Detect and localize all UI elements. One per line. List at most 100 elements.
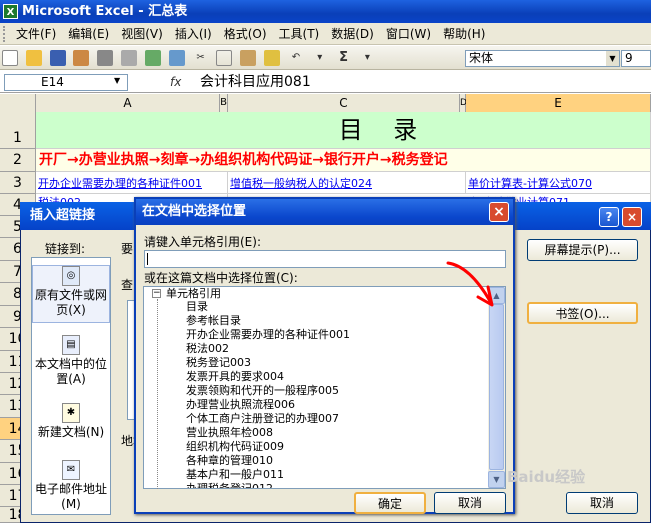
- column-header-e[interactable]: E: [466, 94, 651, 112]
- font-size-select[interactable]: 9: [621, 50, 651, 67]
- tree-item[interactable]: 参考帐目录: [186, 314, 241, 328]
- cut-icon[interactable]: ✂: [193, 50, 209, 66]
- formula-input[interactable]: 会计科目应用081: [200, 72, 640, 92]
- spelling-icon[interactable]: [144, 50, 161, 66]
- link-existing-file-label: 原有文件或网页(X): [34, 288, 107, 317]
- email-icon: ✉: [62, 460, 80, 480]
- tree-item[interactable]: 办理税务登记012: [186, 482, 273, 488]
- tree-item[interactable]: 营业执照年检008: [186, 426, 273, 440]
- font-dropdown-icon[interactable]: ▼: [606, 51, 619, 66]
- select-place-close-button[interactable]: ×: [489, 202, 509, 222]
- hyperlink-c3[interactable]: 增值税一般纳税人的认定024: [228, 177, 372, 190]
- scroll-thumb[interactable]: [489, 304, 504, 470]
- menu-window[interactable]: 窗口(W): [380, 23, 437, 44]
- tree-item[interactable]: 各种章的管理010: [186, 454, 273, 468]
- window-title: Microsoft Excel - 汇总表: [22, 4, 188, 19]
- open-icon[interactable]: [25, 50, 42, 66]
- address-label-2: 查: [121, 278, 134, 292]
- new-icon[interactable]: [2, 50, 18, 66]
- flow-text: 开厂→办营业执照→刻章→办组织机构代码证→银行开户→税务登记: [39, 152, 448, 168]
- tree-item[interactable]: 发票开具的要求004: [186, 370, 284, 384]
- ok-button[interactable]: 确定: [354, 492, 426, 514]
- menu-insert[interactable]: 插入(I): [169, 23, 218, 44]
- bookmark-button[interactable]: 书签(O)...: [527, 302, 638, 324]
- tree-item[interactable]: 基本户和一般户011: [186, 468, 284, 482]
- tree-guide-line: [157, 299, 158, 489]
- row-header[interactable]: 1: [0, 112, 36, 149]
- tree-item[interactable]: 开办企业需要办理的各种证件001: [186, 328, 350, 342]
- menu-bar: 文件(F) 编辑(E) 视图(V) 插入(I) 格式(O) 工具(T) 数据(D) 窗口(W)…: [0, 23, 651, 45]
- excel-app-icon[interactable]: X: [3, 4, 18, 19]
- sheet-title-cell[interactable]: 目 录: [36, 112, 651, 149]
- name-box[interactable]: E14: [4, 74, 128, 91]
- globe-file-icon: ◎: [62, 266, 80, 286]
- document-place-icon: ▤: [62, 335, 80, 355]
- undo-dropdown-icon[interactable]: ▾: [312, 50, 328, 66]
- menu-tools[interactable]: 工具(T): [273, 23, 326, 44]
- cell-c3[interactable]: 增值税一般纳税人的认定024: [228, 172, 466, 194]
- tree-item[interactable]: 税法002: [186, 342, 229, 356]
- watermark: Baidu经验: [507, 466, 585, 487]
- format-painter-icon[interactable]: [264, 50, 281, 66]
- scroll-down-icon[interactable]: ▼: [488, 471, 505, 488]
- name-box-dropdown-icon[interactable]: ▼: [114, 76, 120, 85]
- link-email-label: 电子邮件地址(M): [34, 482, 107, 511]
- link-place-in-document-label: 本文档中的位置(A): [34, 357, 107, 386]
- hyperlink-close-button[interactable]: ×: [622, 207, 642, 227]
- screen-tip-button[interactable]: 屏幕提示(P)...: [527, 239, 638, 261]
- print-preview-icon[interactable]: [121, 50, 138, 66]
- menu-data[interactable]: 数据(D): [325, 23, 380, 44]
- research-icon[interactable]: [168, 50, 185, 66]
- tree-item[interactable]: 目录: [186, 300, 208, 314]
- menu-help[interactable]: 帮助(H): [437, 23, 491, 44]
- window-title-bar: X Microsoft Excel - 汇总表: [0, 0, 651, 23]
- autosum-dropdown-icon[interactable]: ▾: [359, 50, 375, 66]
- hyperlink-e3[interactable]: 单价计算表-计算公式070: [466, 177, 592, 190]
- copy-icon[interactable]: [216, 50, 233, 66]
- place-label: 或在这篇文档中选择位置(C):: [144, 271, 298, 285]
- cell-a3[interactable]: 开办企业需要办理的各种证件001: [36, 172, 228, 194]
- link-existing-file[interactable]: ◎ 原有文件或网页(X): [32, 265, 110, 323]
- tree-item[interactable]: 发票领购和代开的一般程序005: [186, 384, 339, 398]
- menu-grip-icon[interactable]: [3, 26, 7, 42]
- select-all-corner[interactable]: [0, 94, 36, 112]
- paste-icon[interactable]: [240, 50, 257, 66]
- tree-item[interactable]: 组织机构代码证009: [186, 440, 284, 454]
- menu-file[interactable]: 文件(F): [10, 23, 62, 44]
- save-icon[interactable]: [49, 50, 66, 66]
- watermark-text: Baidu经验: [507, 468, 586, 486]
- undo-icon[interactable]: ↶: [288, 50, 304, 66]
- help-button[interactable]: ?: [599, 207, 619, 227]
- tree-item[interactable]: 办理营业执照流程006: [186, 398, 295, 412]
- menu-view[interactable]: 视图(V): [115, 23, 169, 44]
- menu-edit[interactable]: 编辑(E): [62, 23, 115, 44]
- link-new-document-label: 新建文档(N): [37, 425, 105, 439]
- link-email[interactable]: ✉ 电子邮件地址(M): [32, 460, 110, 511]
- hyperlink-a3[interactable]: 开办企业需要办理的各种证件001: [36, 177, 202, 190]
- tree-item[interactable]: 税务登记003: [186, 356, 251, 370]
- row-header[interactable]: 3: [0, 172, 36, 194]
- permission-icon[interactable]: [73, 50, 90, 66]
- autosum-icon[interactable]: Σ: [336, 50, 352, 66]
- select-place-title: 在文档中选择位置: [136, 199, 513, 225]
- hyperlink-cancel-button[interactable]: 取消: [566, 492, 638, 514]
- print-icon[interactable]: [97, 50, 114, 66]
- sheet-title: 目 录: [338, 116, 418, 144]
- menu-format[interactable]: 格式(O): [218, 23, 273, 44]
- column-header-a[interactable]: A: [36, 94, 220, 112]
- flow-cell[interactable]: 开厂→办营业执照→刻章→办组织机构代码证→银行开户→税务登记: [36, 149, 651, 172]
- cell-reference-label: 请键入单元格引用(E):: [144, 235, 261, 249]
- column-header-c[interactable]: C: [228, 94, 460, 112]
- font-name-select[interactable]: 宋体: [465, 50, 620, 67]
- tree-root[interactable]: 单元格引用: [166, 287, 221, 301]
- insert-function-icon[interactable]: fx: [170, 74, 190, 91]
- tree-item[interactable]: 个体工商户注册登记的办理007: [186, 412, 339, 426]
- link-new-document[interactable]: ✱ 新建文档(N): [32, 403, 110, 443]
- annotation-arrow-icon: [446, 261, 494, 307]
- cell-e3[interactable]: 单价计算表-计算公式070: [466, 172, 651, 194]
- link-place-in-document[interactable]: ▤ 本文档中的位置(A): [32, 335, 110, 386]
- select-place-cancel-button[interactable]: 取消: [434, 492, 506, 514]
- row-header[interactable]: 2: [0, 149, 36, 172]
- column-header-b[interactable]: B: [220, 94, 228, 112]
- tree-collapse-icon[interactable]: −: [152, 289, 161, 298]
